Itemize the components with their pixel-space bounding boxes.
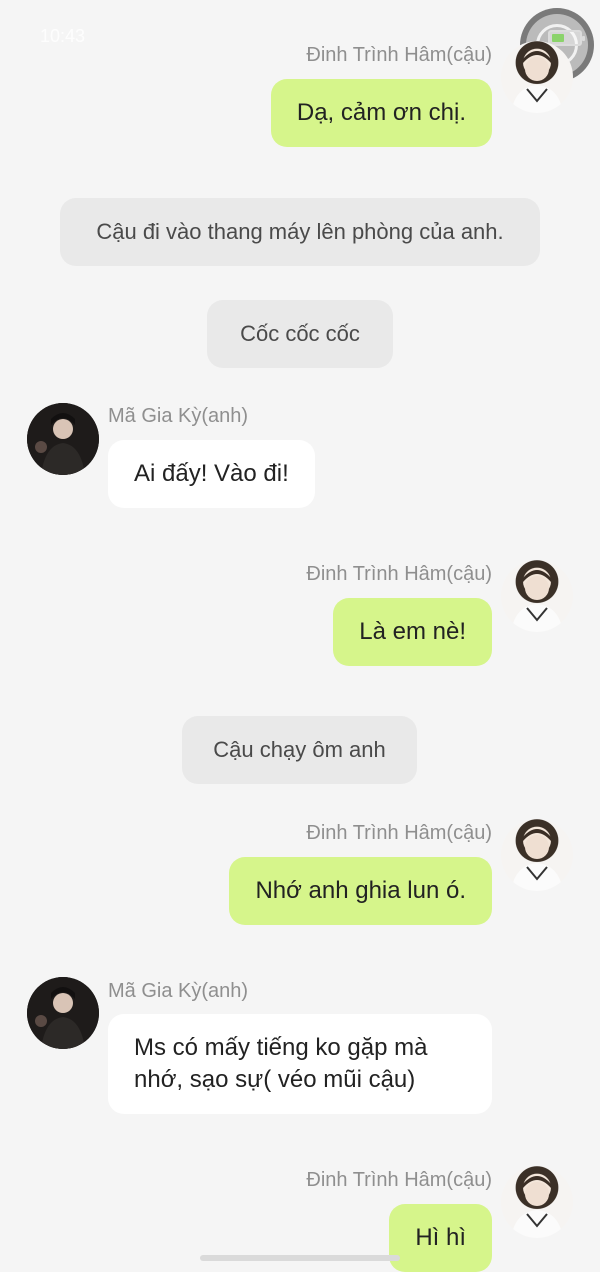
avatar[interactable] [501,1166,573,1238]
sender-name: Đinh Trình Hâm(cậu) [306,1169,492,1191]
avatar[interactable] [27,977,99,1049]
narration-bubble: Cốc cốc cốc [207,300,393,368]
message-bubble-received[interactable]: Ai đấy! Vào đi! [108,440,315,508]
message-bubble-sent[interactable]: Dạ, cảm ơn chị. [270,79,492,147]
avatar[interactable] [501,41,573,113]
message-bubble-received[interactable]: Ms có mấy tiếng ko gặp mà nhớ, sạo sự( v… [108,1014,492,1114]
home-indicator[interactable] [200,1255,400,1261]
avatar[interactable] [27,403,99,475]
avatar[interactable] [501,819,573,891]
sender-name: Đinh Trình Hâm(cậu) [306,44,492,66]
message-bubble-sent[interactable]: Hì hì [389,1204,492,1272]
sender-name: Mã Gia Kỳ(anh) [108,980,249,1002]
sender-name: Đinh Trình Hâm(cậu) [306,563,492,585]
avatar[interactable] [501,560,573,632]
message-bubble-sent[interactable]: Nhớ anh ghia lun ó. [229,857,492,925]
battery-icon [548,30,585,46]
sender-name: Đinh Trình Hâm(cậu) [306,822,492,844]
narration-bubble: Cậu đi vào thang máy lên phòng của anh. [60,198,540,266]
narration-bubble: Cậu chạy ôm anh [182,716,417,784]
status-time: 10:43 [40,26,86,46]
message-bubble-sent[interactable]: Là em nè! [333,598,492,666]
sender-name: Mã Gia Kỳ(anh) [108,405,249,427]
